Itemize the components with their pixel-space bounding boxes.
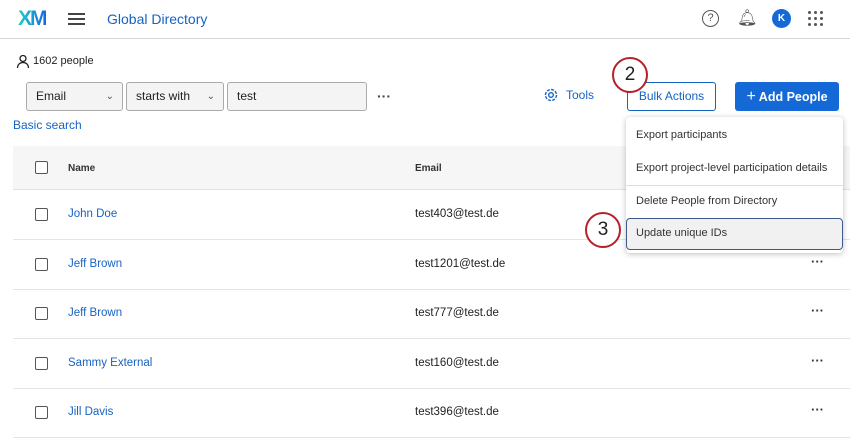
menu-item-update-unique-ids[interactable]: Update unique IDs — [626, 218, 843, 250]
apps-grid-icon[interactable] — [808, 11, 824, 27]
menu-icon[interactable] — [68, 13, 85, 25]
plus-icon: + — [746, 88, 756, 105]
person-name-link[interactable]: Sammy External — [68, 357, 152, 369]
operator-select[interactable]: starts with ⌄ — [126, 82, 224, 111]
add-people-label: Add People — [758, 90, 828, 104]
person-name-link[interactable]: John Doe — [68, 208, 117, 220]
row-actions-icon[interactable]: ··· — [811, 353, 824, 368]
person-name-link[interactable]: Jeff Brown — [68, 307, 122, 319]
person-email: test777@test.de — [415, 307, 499, 319]
row-actions-icon[interactable]: ··· — [811, 303, 824, 318]
xm-logo[interactable]: XM — [18, 7, 47, 31]
tools-label: Tools — [566, 88, 595, 102]
menu-item-export-project-details[interactable]: Export project-level participation detai… — [626, 152, 843, 184]
person-name-link[interactable]: Jeff Brown — [68, 258, 122, 270]
menu-item-delete-people[interactable]: Delete People from Directory — [626, 185, 843, 217]
table-row[interactable]: Sammy External test160@test.de ··· — [13, 339, 850, 389]
search-input[interactable]: test — [227, 82, 367, 111]
basic-search-link[interactable]: Basic search — [13, 118, 82, 132]
row-checkbox[interactable] — [35, 307, 48, 320]
menu-item-export-participants[interactable]: Export participants — [626, 119, 843, 151]
person-icon — [16, 54, 30, 68]
step-callout-3: 3 — [585, 212, 621, 248]
person-email: test1201@test.de — [415, 258, 506, 270]
bell-icon[interactable]: 🔔︎ — [737, 8, 757, 28]
column-header-email[interactable]: Email — [415, 163, 442, 174]
more-options-icon[interactable]: ··· — [377, 88, 391, 104]
bulk-actions-menu: Export participants Export project-level… — [626, 117, 843, 253]
step-callout-2: 2 — [612, 57, 648, 93]
add-people-button[interactable]: + Add People — [735, 82, 839, 111]
page-title: Global Directory — [107, 11, 208, 27]
people-count: 1602 people — [16, 54, 94, 68]
person-name-link[interactable]: Jill Davis — [68, 406, 113, 418]
person-email: test403@test.de — [415, 208, 499, 220]
row-checkbox[interactable] — [35, 258, 48, 271]
row-actions-icon[interactable]: ··· — [811, 402, 824, 417]
row-actions-icon[interactable]: ··· — [811, 254, 824, 269]
row-checkbox[interactable] — [35, 208, 48, 221]
avatar[interactable]: K — [772, 9, 791, 28]
top-bar: XM Global Directory ? 🔔︎ K — [0, 0, 850, 39]
column-header-name[interactable]: Name — [68, 163, 95, 174]
tools-button[interactable]: Tools — [543, 87, 594, 103]
person-email: test396@test.de — [415, 406, 499, 418]
row-checkbox[interactable] — [35, 357, 48, 370]
person-email: test160@test.de — [415, 357, 499, 369]
chevron-down-icon: ⌄ — [206, 91, 215, 102]
table-row[interactable]: Jeff Brown test777@test.de ··· — [13, 289, 850, 339]
gear-icon — [544, 88, 558, 102]
operator-select-value: starts with — [136, 89, 191, 103]
field-select[interactable]: Email ⌄ — [26, 82, 123, 111]
people-count-text: 1602 people — [33, 55, 94, 67]
field-select-value: Email — [36, 89, 67, 103]
chevron-down-icon: ⌄ — [105, 91, 114, 102]
help-icon[interactable]: ? — [702, 10, 719, 27]
table-row[interactable]: Jill Davis test396@test.de ··· — [13, 388, 850, 438]
select-all-checkbox[interactable] — [35, 161, 48, 174]
